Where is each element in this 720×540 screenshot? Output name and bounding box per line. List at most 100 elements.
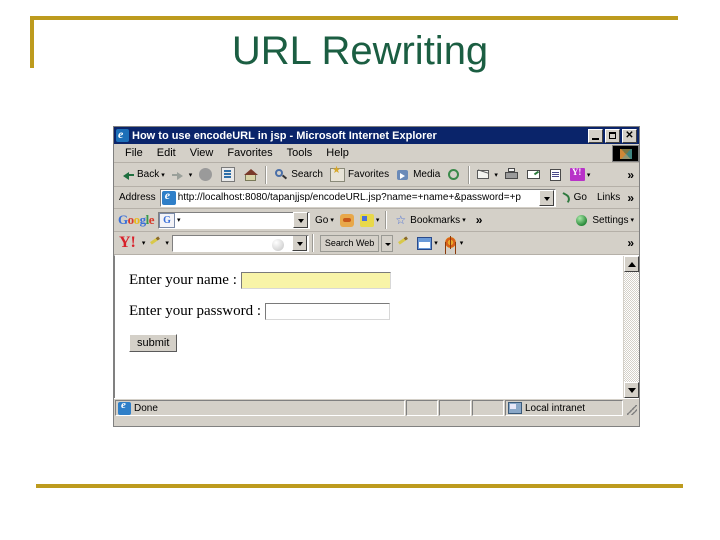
close-button[interactable]: ✕ xyxy=(622,128,637,143)
go-label: Go xyxy=(573,192,587,203)
jsp-form: Enter your name : Enter your password : … xyxy=(115,256,623,398)
yahoo-pencil-button[interactable]: ▾ xyxy=(145,233,172,254)
popup-blocker-chevron-down-icon[interactable]: ▾ xyxy=(434,239,438,247)
bookmarks-chevron-down-icon[interactable]: ▾ xyxy=(462,216,466,224)
links-label[interactable]: Links xyxy=(591,192,622,203)
yahoo-chevron-down-icon[interactable]: ▾ xyxy=(587,171,591,179)
yahoo-icon xyxy=(569,167,585,181)
refresh-icon xyxy=(221,167,236,182)
mail-icon xyxy=(476,167,492,183)
pencil-chevron-down-icon[interactable]: ▾ xyxy=(165,239,169,247)
google-go-label: Go xyxy=(315,214,329,226)
home-button[interactable] xyxy=(240,164,262,185)
mail-button[interactable]: ▾ xyxy=(473,164,501,185)
discuss-icon xyxy=(548,167,564,183)
media-icon xyxy=(395,167,411,183)
yahoo-antispy-button[interactable]: ▾ xyxy=(441,233,467,254)
google-highlight-button[interactable] xyxy=(337,210,357,231)
toolbar-separator xyxy=(468,165,471,184)
antispy-chevron-down-icon[interactable]: ▾ xyxy=(460,239,464,247)
yahoo-search-dropdown-icon[interactable] xyxy=(291,235,307,251)
history-button[interactable] xyxy=(443,164,465,185)
back-arrow-icon xyxy=(119,167,135,183)
google-bookmarks-button[interactable]: ☆ Bookmarks ▾ xyxy=(390,210,468,231)
minimize-button[interactable] xyxy=(588,128,603,143)
status-pane-3 xyxy=(439,400,471,416)
edit-button[interactable] xyxy=(523,164,545,185)
antispy-target-icon xyxy=(444,236,458,250)
yahoo-highlight-button[interactable] xyxy=(393,233,414,254)
search-label: Search xyxy=(291,169,323,180)
decorative-rule-bottom xyxy=(36,484,683,488)
address-dropdown-icon[interactable] xyxy=(538,189,554,206)
name-label: Enter your name : xyxy=(129,272,237,288)
menu-item-file[interactable]: File xyxy=(118,146,150,160)
google-popup-chevron-down-icon[interactable]: ▾ xyxy=(376,216,380,224)
back-button[interactable]: Back ▾ xyxy=(116,164,168,185)
yahoo-search-web-button[interactable]: Search Web xyxy=(319,234,380,252)
address-url-text: http://localhost:8080/tapanjjsp/encodeUR… xyxy=(177,192,521,203)
google-toolbar-separator xyxy=(385,211,388,229)
yahoo-popup-blocker-button[interactable]: ▾ xyxy=(414,233,441,254)
google-search-input[interactable]: G ▾ xyxy=(158,211,311,229)
yahoo-toolbar-separator xyxy=(311,234,314,252)
maximize-button[interactable] xyxy=(605,128,620,143)
yahoo-toolbar: Y! ▾ ▾ Search Web ▾ ▾ » xyxy=(114,232,639,255)
resize-grip[interactable] xyxy=(624,400,638,416)
standard-toolbar: Back ▾ ▾ Search Favorit xyxy=(114,163,639,187)
print-button[interactable] xyxy=(501,164,523,185)
toolbar-overflow-button[interactable]: » xyxy=(624,168,637,182)
settings-label: Settings xyxy=(592,214,629,226)
google-popup-blocker-button[interactable]: ▾ xyxy=(357,210,383,231)
yahoo-toolbar-button[interactable]: ▾ xyxy=(567,164,594,185)
menu-item-favorites[interactable]: Favorites xyxy=(220,146,279,160)
google-overflow-button[interactable]: » xyxy=(473,213,486,227)
search-button[interactable]: Search xyxy=(270,164,326,185)
window-controls: ✕ xyxy=(588,128,638,143)
edit-page-icon xyxy=(526,167,542,183)
forward-button[interactable]: ▾ xyxy=(168,164,196,185)
address-overflow-button[interactable]: » xyxy=(624,191,637,205)
media-button[interactable]: Media xyxy=(392,164,443,185)
forward-arrow-icon xyxy=(171,167,187,183)
address-bar: Address http://localhost:8080/tapanjjsp/… xyxy=(114,187,639,209)
google-settings-button[interactable]: Settings ▾ xyxy=(573,210,637,231)
vertical-scrollbar[interactable] xyxy=(623,256,639,398)
google-go-chevron-down-icon[interactable]: ▾ xyxy=(330,216,334,224)
favorites-label: Favorites xyxy=(347,169,390,180)
discuss-button[interactable] xyxy=(545,164,567,185)
menu-item-view[interactable]: View xyxy=(183,146,221,160)
menu-bar: File Edit View Favorites Tools Help xyxy=(114,144,639,163)
bookmarks-star-icon: ☆ xyxy=(395,213,407,227)
google-go-button[interactable]: Go ▾ xyxy=(310,210,337,231)
favorites-button[interactable]: Favorites xyxy=(326,164,392,185)
menu-item-help[interactable]: Help xyxy=(319,146,356,160)
scroll-up-arrow-icon[interactable] xyxy=(624,256,639,272)
yahoo-overflow-button[interactable]: » xyxy=(624,236,637,250)
name-input[interactable] xyxy=(240,272,391,289)
forward-chevron-down-icon[interactable]: ▾ xyxy=(189,171,193,179)
password-input[interactable] xyxy=(265,303,391,320)
google-search-dropdown-icon[interactable] xyxy=(293,212,309,228)
google-search-value xyxy=(181,213,293,228)
yahoo-search-web-chevron-down-icon[interactable] xyxy=(381,234,394,252)
status-message-pane: Done xyxy=(115,400,405,416)
menu-item-tools[interactable]: Tools xyxy=(280,146,320,160)
go-arrow-icon xyxy=(560,191,573,204)
back-chevron-down-icon[interactable]: ▾ xyxy=(161,171,165,179)
refresh-button[interactable] xyxy=(216,164,240,185)
settings-chevron-down-icon[interactable]: ▾ xyxy=(630,216,634,224)
address-input[interactable]: http://localhost:8080/tapanjjsp/encodeUR… xyxy=(159,188,556,207)
scrollbar-track[interactable] xyxy=(624,272,639,382)
mail-chevron-down-icon[interactable]: ▾ xyxy=(494,171,498,179)
stop-button[interactable] xyxy=(195,164,216,185)
menu-item-edit[interactable]: Edit xyxy=(150,146,183,160)
submit-button[interactable]: submit xyxy=(129,334,178,352)
yahoo-search-input[interactable] xyxy=(171,234,309,252)
go-button[interactable]: Go xyxy=(556,191,591,204)
scroll-down-arrow-icon[interactable] xyxy=(624,382,639,398)
status-page-icon xyxy=(118,401,131,415)
password-label: Enter your password : xyxy=(129,303,262,319)
settings-icon xyxy=(576,214,588,226)
google-highlight-icon xyxy=(339,213,354,227)
